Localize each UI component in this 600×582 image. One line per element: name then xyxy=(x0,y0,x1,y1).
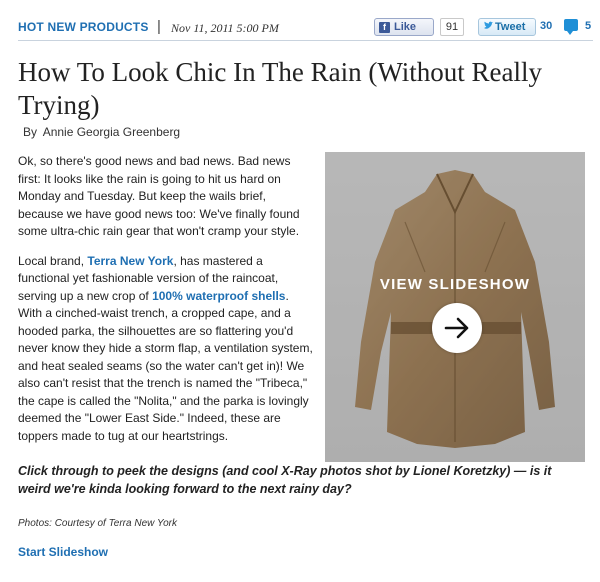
photo-credit: Photos: Courtesy of Terra New York xyxy=(18,518,177,529)
article-callout: Click through to peek the designs (and c… xyxy=(18,464,552,496)
comment-count[interactable]: 5 xyxy=(585,20,591,32)
like-count: 91 xyxy=(440,18,464,36)
like-label: Like xyxy=(394,21,417,33)
author-name: Annie Georgia Greenberg xyxy=(42,125,181,139)
byline: By Annie Georgia Greenberg xyxy=(23,125,180,139)
meta-separator: | xyxy=(157,18,161,35)
slideshow-thumbnail[interactable]: VIEW SLIDESHOW xyxy=(325,152,585,462)
start-slideshow-link[interactable]: Start Slideshow xyxy=(18,545,108,559)
twitter-bird-icon xyxy=(483,21,493,34)
paragraph-2-text-c: . With a cinched-waist trench, a cropped… xyxy=(18,288,313,443)
tweet-label: Tweet xyxy=(495,21,526,33)
view-slideshow-label: VIEW SLIDESHOW xyxy=(379,276,531,293)
facebook-icon: f xyxy=(379,22,390,33)
publish-date: Nov 11, 2011 5:00 PM xyxy=(171,21,279,35)
article-title: How To Look Chic In The Rain (Without Re… xyxy=(18,57,542,120)
waterproof-shells-link[interactable]: 100% waterproof shells xyxy=(152,289,285,303)
paragraph-2: Local brand, Terra New York, has mastere… xyxy=(18,253,314,446)
facebook-like-button[interactable]: f Like xyxy=(374,18,434,36)
article-meta-bar: HOT NEW PRODUCTS | Nov 11, 2011 5:00 PM … xyxy=(18,18,593,41)
paragraph-2-text-a: Local brand, xyxy=(18,253,88,268)
arrow-right-icon xyxy=(444,317,469,339)
next-arrow-button[interactable] xyxy=(432,303,482,353)
article-body: Ok, so there's good news and bad news. B… xyxy=(18,153,314,457)
tweet-count: 30 xyxy=(540,20,553,32)
comment-bubble-icon[interactable] xyxy=(564,19,578,35)
terra-new-york-link[interactable]: Terra New York xyxy=(87,254,173,268)
paragraph-1: Ok, so there's good news and bad news. B… xyxy=(18,154,300,238)
tweet-button[interactable]: Tweet xyxy=(478,18,536,36)
byline-label: By xyxy=(23,125,38,139)
category-link[interactable]: HOT NEW PRODUCTS xyxy=(18,20,149,34)
